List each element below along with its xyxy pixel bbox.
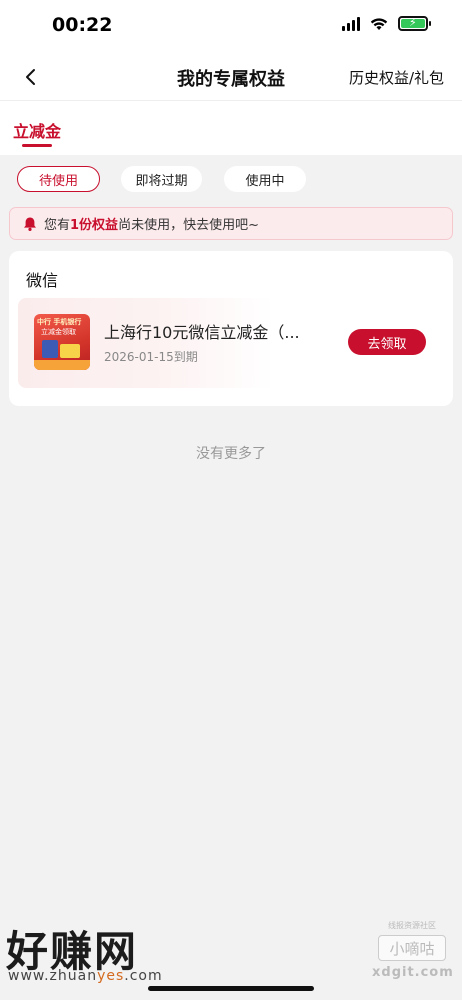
thumb-subtitle: 立减金领取 — [41, 328, 76, 336]
watermark-badge: 线报资源社区 小嘀咕 xdgit.com — [372, 920, 454, 988]
coupon-item[interactable]: 中行 手机银行 立减金领取 上海行10元微信立减金（... 2026-01-15… — [18, 298, 444, 388]
status-icons: ⚡ — [342, 16, 431, 31]
end-of-list-text: 没有更多了 — [196, 446, 266, 462]
wifi-icon — [370, 17, 388, 30]
watermark-caption: 线报资源社区 — [388, 921, 436, 930]
status-time: 00:22 — [52, 14, 113, 36]
battery-charging-icon: ⚡ — [398, 16, 431, 31]
signal-icon — [342, 16, 360, 31]
coupon-thumbnail: 中行 手机银行 立减金领取 — [34, 314, 90, 370]
watermark-domain: xdgit.com — [372, 965, 454, 980]
home-indicator[interactable] — [148, 986, 314, 991]
coupon-expiry: 2026-01-15到期 — [104, 350, 198, 364]
nav-bar: 我的专属权益 历史权益/礼包 — [0, 56, 462, 100]
claim-button[interactable]: 去领取 — [348, 329, 426, 355]
notice-prefix: 您有 — [44, 218, 71, 233]
notice-highlight: 1份权益 — [70, 218, 119, 233]
notice-suffix: 尚未使用，快去使用吧~ — [118, 218, 259, 233]
tab-discount-credit[interactable]: 立减金 — [13, 118, 61, 142]
filter-pending[interactable]: 待使用 — [17, 166, 100, 192]
bell-icon — [22, 216, 38, 232]
history-link[interactable]: 历史权益/礼包 — [349, 67, 444, 88]
filter-expiring[interactable]: 即将过期 — [121, 166, 202, 192]
watermark-logo: 好赚网 www.zhuanyes.com — [6, 918, 196, 988]
watermark-box: 小嘀咕 — [378, 935, 446, 961]
filter-in-use[interactable]: 使用中 — [224, 166, 306, 192]
status-bar: 00:22 ⚡ — [0, 0, 462, 56]
thumb-title: 中行 手机银行 — [37, 318, 82, 326]
notice-banner: 您有 1份权益 尚未使用，快去使用吧~ — [9, 207, 453, 240]
watermark-url: www.zhuanyes.com — [8, 968, 163, 984]
coupon-name: 上海行10元微信立减金（... — [104, 323, 300, 342]
filter-chips: 待使用 即将过期 使用中 — [0, 166, 462, 192]
tab-active-indicator — [22, 144, 52, 147]
benefit-card: 微信 中行 手机银行 立减金领取 上海行10元微信立减金（... 2026-01… — [9, 251, 453, 406]
section-title: 微信 — [26, 271, 59, 290]
tab-bar: 立减金 — [0, 101, 462, 155]
